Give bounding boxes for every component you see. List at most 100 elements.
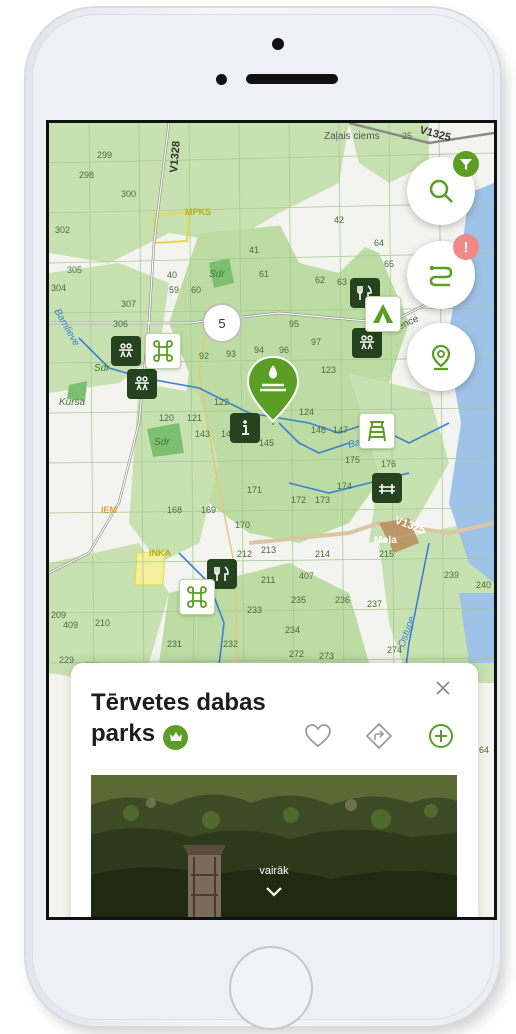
- map-label-mols: Moļa: [374, 535, 397, 546]
- plot-number: 272: [289, 649, 304, 659]
- plot-number: 210: [95, 618, 110, 628]
- place-title: Tērvetes dabas parks: [91, 687, 291, 750]
- plot-number: 240: [476, 580, 491, 590]
- plot-number: 273: [319, 651, 334, 661]
- plot-number: 300: [121, 189, 136, 199]
- plot-number: 306: [113, 319, 128, 329]
- crown-icon: [163, 724, 189, 750]
- plot-number: 298: [79, 170, 94, 180]
- bench-poi[interactable]: [372, 473, 402, 503]
- plot-number: 214: [315, 549, 330, 559]
- location-pin-icon: [431, 344, 451, 371]
- plot-number: 147: [333, 425, 348, 435]
- map-label-kursa: Kursa: [59, 397, 86, 408]
- plot-number: 307: [121, 299, 136, 309]
- plot-number: 229: [59, 655, 74, 665]
- plot-number: 145: [259, 438, 274, 448]
- plot-number: 146: [311, 425, 326, 435]
- filter-button[interactable]: [453, 151, 479, 177]
- plot-number: 42: [334, 215, 344, 225]
- picnic-icon: [119, 343, 133, 358]
- plot-number: 299: [97, 150, 112, 160]
- plot-number: 209: [51, 610, 66, 620]
- plot-number: 41: [249, 245, 259, 255]
- plot-number: 175: [345, 455, 360, 465]
- plot-number: 124: [299, 407, 314, 417]
- plot-number: 25: [402, 131, 412, 141]
- plot-number: 409: [63, 620, 78, 630]
- picnic-icon: [360, 335, 374, 350]
- command-icon: [187, 586, 207, 608]
- plot-number: 59: [169, 285, 179, 295]
- camping-poi[interactable]: [365, 296, 401, 332]
- plot-number: 302: [55, 225, 70, 235]
- plot-number: 120: [159, 413, 174, 423]
- plot-number: 97: [311, 337, 321, 347]
- plot-number: 236: [335, 595, 350, 605]
- attraction-poi[interactable]: [179, 579, 215, 615]
- bench-icon: [379, 484, 395, 494]
- poi-cluster-count: 5: [218, 315, 226, 331]
- plot-number: 232: [223, 639, 238, 649]
- attraction-poi[interactable]: [145, 333, 181, 369]
- plot-number: 173: [315, 495, 330, 505]
- earpiece-speaker: [246, 74, 338, 84]
- close-icon[interactable]: [432, 677, 454, 699]
- filter-icon: [460, 159, 472, 170]
- plot-number: 212: [237, 549, 252, 559]
- plot-number: 40: [167, 270, 177, 280]
- app-screen: Zaļais ciems MPKS Sdr Sdr Sdr Kursa IEM …: [46, 120, 497, 920]
- plot-number: 64: [479, 745, 489, 755]
- plot-number: 274: [387, 645, 402, 655]
- plot-number: 234: [285, 625, 300, 635]
- plot-number: 231: [167, 639, 182, 649]
- tower-poi[interactable]: [359, 413, 395, 449]
- plot-number: 64: [374, 238, 384, 248]
- add-circle-icon[interactable]: [426, 721, 456, 751]
- plot-number: 172: [291, 495, 306, 505]
- picnic-poi[interactable]: [127, 369, 157, 399]
- command-icon: [153, 340, 173, 362]
- plot-number: 61: [259, 269, 269, 279]
- map-label-inka: INKA: [149, 548, 171, 558]
- plot-number: 237: [367, 599, 382, 609]
- plot-number: 122: [214, 397, 229, 407]
- map-label-sdr-3: Sdr: [94, 363, 110, 374]
- favorite-heart-icon[interactable]: [303, 721, 333, 751]
- directions-icon[interactable]: [364, 721, 394, 751]
- map-label-mpks: MPKS: [185, 207, 211, 217]
- plot-number: 168: [167, 505, 182, 515]
- map-label-iem: IEM: [101, 505, 117, 515]
- chevron-down-icon[interactable]: [264, 885, 284, 899]
- more-label[interactable]: vairāk: [91, 865, 457, 877]
- place-details-sheet[interactable]: Tērvetes dabas parks vairāk: [71, 663, 478, 917]
- plot-number: 407: [299, 571, 314, 581]
- plot-number: 121: [187, 413, 202, 423]
- plot-number: 174: [337, 481, 352, 491]
- plot-number: 63: [337, 277, 347, 287]
- plot-number: 96: [279, 345, 289, 355]
- plot-number: 213: [261, 545, 276, 555]
- picnic-poi[interactable]: [352, 328, 382, 358]
- route-alert-badge: !: [453, 234, 479, 260]
- plot-number: 60: [191, 285, 201, 295]
- my-location-button[interactable]: [407, 323, 475, 391]
- picnic-poi[interactable]: [111, 336, 141, 366]
- plot-number: 211: [261, 575, 275, 585]
- plot-number: 94: [254, 345, 264, 355]
- plot-number: 62: [315, 275, 325, 285]
- front-camera: [272, 38, 284, 50]
- watchtower-icon: [368, 421, 386, 442]
- plot-number: 215: [379, 549, 394, 559]
- proximity-sensor: [216, 74, 227, 85]
- selected-marker[interactable]: [246, 355, 300, 425]
- home-button[interactable]: [229, 946, 313, 1030]
- plot-number: 235: [291, 595, 306, 605]
- poi-cluster[interactable]: 5: [202, 303, 242, 343]
- map-label-sdr-2: Sdr: [154, 437, 170, 448]
- place-photo[interactable]: vairāk: [91, 775, 457, 917]
- plot-number: 93: [226, 349, 236, 359]
- plot-number: 304: [51, 283, 66, 293]
- plot-number: 123: [321, 365, 336, 375]
- plot-number: 143: [195, 429, 210, 439]
